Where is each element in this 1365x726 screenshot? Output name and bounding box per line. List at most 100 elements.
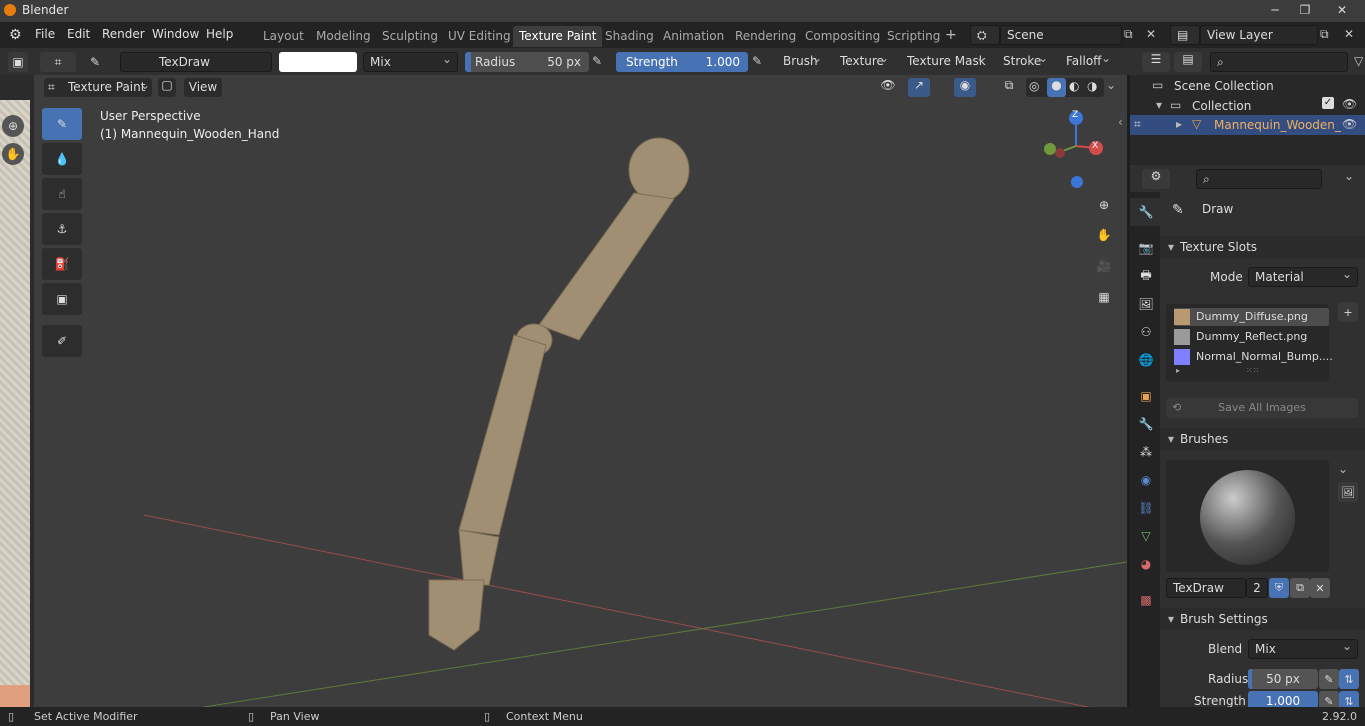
fill-tool[interactable]: ⛽ bbox=[42, 248, 82, 280]
brush-list-dropdown-icon[interactable]: ⌄ bbox=[1338, 462, 1348, 476]
properties-search-input[interactable]: ⌕ bbox=[1196, 169, 1322, 189]
blend-mode-dropdown[interactable]: Mix bbox=[363, 52, 458, 72]
material-shading-icon[interactable]: ◐ bbox=[1069, 79, 1079, 93]
radius-unit-button[interactable]: ⇅ bbox=[1339, 669, 1359, 689]
texture-icon[interactable]: ▩ bbox=[1138, 592, 1154, 608]
view-layer-browse-button[interactable]: ▤ bbox=[1170, 25, 1200, 45]
texture-mode-dropdown[interactable]: Material bbox=[1248, 267, 1358, 287]
collection-expand-icon[interactable]: ▾ bbox=[1156, 98, 1162, 112]
gizmo-toggle[interactable]: ↗ bbox=[908, 78, 930, 97]
strength-field[interactable]: 1.000 bbox=[1248, 691, 1318, 707]
brush-users-count[interactable]: 2 bbox=[1246, 578, 1268, 598]
mode-dropdown[interactable]: ⌗ Texture Paint ⌄ bbox=[44, 78, 152, 97]
fake-user-button[interactable]: ⛨ bbox=[1269, 578, 1289, 598]
object-expand-icon[interactable]: ▸ bbox=[1176, 117, 1182, 131]
add-workspace-icon[interactable]: + bbox=[945, 27, 957, 43]
paint-mode-icon[interactable]: ⌗ bbox=[40, 52, 76, 72]
save-all-images-button[interactable]: ⟲ Save All Images bbox=[1166, 398, 1358, 418]
mask-tool[interactable]: ▣ bbox=[42, 283, 82, 315]
blend-dropdown[interactable]: Mix bbox=[1248, 639, 1358, 659]
brush-name-field[interactable]: TexDraw bbox=[1166, 578, 1246, 598]
collection-checkbox[interactable]: ✓ bbox=[1322, 97, 1334, 109]
unlink-brush-button[interactable]: ✕ bbox=[1310, 578, 1330, 598]
texture-slot-normal[interactable]: Normal_Normal_Bump.... bbox=[1174, 348, 1333, 366]
view-menu[interactable]: View bbox=[184, 78, 222, 97]
duplicate-brush-button[interactable]: ⧉ bbox=[1290, 578, 1310, 598]
perspective-toggle-button[interactable]: ▦ bbox=[1091, 284, 1117, 310]
tab-tool[interactable]: 🔧 bbox=[1130, 198, 1160, 226]
strength-pressure-icon[interactable]: ✎ bbox=[752, 54, 762, 68]
falloff-menu[interactable]: Falloff bbox=[1060, 52, 1116, 72]
properties-options-icon[interactable]: ⌄ bbox=[1344, 169, 1354, 183]
3d-viewport[interactable] bbox=[34, 75, 1127, 707]
object-icon[interactable]: ▣ bbox=[1138, 388, 1154, 404]
render-icon[interactable]: 📷 bbox=[1138, 240, 1154, 256]
radius-field[interactable]: 50 px bbox=[1248, 669, 1318, 689]
tab-shading[interactable]: Shading bbox=[599, 26, 660, 47]
delete-view-layer-icon[interactable]: ✕ bbox=[1344, 27, 1354, 41]
list-resize-handle[interactable]: ⁙⁙ bbox=[1246, 366, 1259, 375]
modifier-icon[interactable]: 🔧 bbox=[1138, 416, 1154, 432]
strength-unit-button[interactable]: ⇅ bbox=[1339, 691, 1359, 707]
radius-pressure-icon[interactable]: ✎ bbox=[592, 54, 602, 68]
scene-browse-button[interactable]: ⛭ bbox=[970, 25, 1000, 45]
restore-button[interactable]: ❐ bbox=[1290, 0, 1320, 20]
smear-tool[interactable]: ☝ bbox=[42, 178, 82, 210]
camera-view-button[interactable]: 🎥 bbox=[1091, 253, 1117, 279]
menu-help[interactable]: Help bbox=[206, 27, 233, 41]
texture-slots-panel-header[interactable]: Texture Slots bbox=[1160, 236, 1365, 258]
filter-icon[interactable]: ▽ bbox=[1354, 54, 1363, 68]
tab-animation[interactable]: Animation bbox=[657, 26, 730, 47]
outliner-display-mode[interactable]: ▤ bbox=[1174, 52, 1202, 72]
minimize-button[interactable]: ─ bbox=[1260, 0, 1290, 20]
outliner-object-row[interactable]: ⌗ ▸ ▽ Mannequin_Wooden_ 👁 bbox=[1130, 115, 1365, 135]
radius-slider[interactable]: Radius 50 px bbox=[465, 52, 589, 72]
menu-file[interactable]: File bbox=[35, 27, 55, 41]
overlay-toggle[interactable]: ◉ bbox=[954, 78, 976, 97]
annotate-tool[interactable]: ✐ bbox=[42, 325, 82, 357]
strength-slider[interactable]: Strength 1.000 bbox=[616, 52, 748, 72]
view-layer-icon[interactable]: 🖼 bbox=[1138, 296, 1154, 312]
brushes-panel-header[interactable]: Brushes bbox=[1160, 428, 1365, 450]
blender-menu-icon[interactable]: ⚙ bbox=[9, 27, 22, 43]
outliner-search-input[interactable]: ⌕ bbox=[1210, 52, 1348, 72]
strength-pressure-button[interactable]: ✎ bbox=[1319, 691, 1339, 707]
brush-menu[interactable]: Brush bbox=[777, 52, 827, 72]
zoom-icon[interactable]: ⊕ bbox=[2, 115, 24, 137]
tab-scripting[interactable]: Scripting bbox=[881, 26, 946, 47]
collection-label[interactable]: Collection bbox=[1192, 99, 1251, 113]
texture-menu[interactable]: Texture bbox=[834, 52, 894, 72]
menu-render[interactable]: Render bbox=[102, 27, 145, 41]
sidebar-toggle-icon[interactable]: ‹ bbox=[1118, 115, 1123, 129]
outliner-editor-type[interactable]: ☰ bbox=[1142, 52, 1170, 72]
brush-preview[interactable] bbox=[1166, 460, 1329, 572]
tab-sculpting[interactable]: Sculpting bbox=[376, 26, 444, 47]
object-eye-icon[interactable]: 👁 bbox=[1342, 117, 1357, 131]
properties-editor-type[interactable]: ⚙ bbox=[1142, 169, 1170, 189]
pan-view-button[interactable]: ✋ bbox=[1091, 222, 1117, 248]
tab-layout[interactable]: Layout bbox=[257, 26, 310, 47]
texture-slot-reflect[interactable]: Dummy_Reflect.png bbox=[1174, 328, 1329, 346]
clone-tool[interactable]: ⚓ bbox=[42, 213, 82, 245]
menu-edit[interactable]: Edit bbox=[67, 27, 90, 41]
new-view-layer-icon[interactable]: ⧉ bbox=[1320, 27, 1329, 42]
texture-mask-menu[interactable]: Texture Mask bbox=[901, 52, 991, 72]
close-button[interactable]: ✕ bbox=[1322, 0, 1362, 20]
solid-shading-icon[interactable]: ● bbox=[1047, 78, 1066, 97]
collection-eye-icon[interactable]: 👁 bbox=[1342, 97, 1357, 111]
tab-texture-paint[interactable]: Texture Paint bbox=[513, 26, 603, 47]
brush-image-button[interactable]: 🖼 bbox=[1338, 482, 1358, 502]
wireframe-shading-icon[interactable]: ◎ bbox=[1029, 79, 1039, 93]
tab-compositing[interactable]: Compositing bbox=[799, 26, 886, 47]
stroke-menu[interactable]: Stroke bbox=[997, 52, 1053, 72]
tab-uv-editing[interactable]: UV Editing bbox=[442, 26, 517, 47]
view-layer-field[interactable]: View Layer bbox=[1200, 25, 1318, 45]
particles-icon[interactable]: ⁂ bbox=[1138, 444, 1154, 460]
scene-collection-label[interactable]: Scene Collection bbox=[1174, 79, 1274, 93]
xray-toggle[interactable]: ⧉ bbox=[1000, 78, 1018, 97]
brush-settings-panel-header[interactable]: Brush Settings bbox=[1160, 608, 1365, 630]
soften-tool[interactable]: 💧 bbox=[42, 143, 82, 175]
radius-pressure-button[interactable]: ✎ bbox=[1319, 669, 1339, 689]
brush-color-swatch[interactable] bbox=[279, 52, 357, 72]
paint-mask-toggle[interactable]: ▢ bbox=[158, 78, 176, 97]
